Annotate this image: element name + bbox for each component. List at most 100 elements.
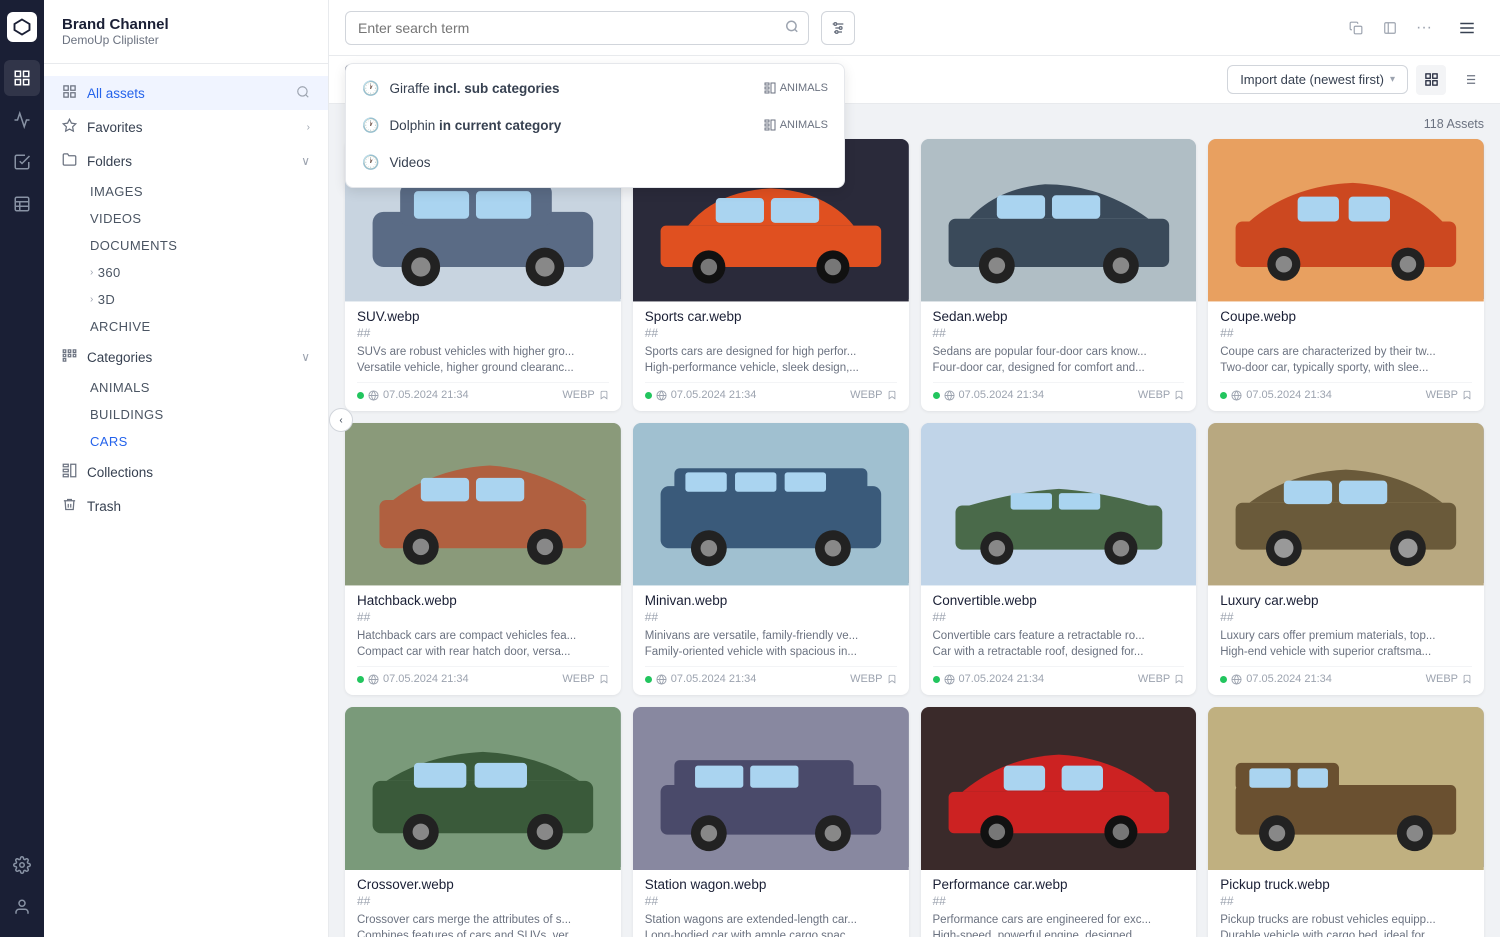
nav-user-icon[interactable] (4, 889, 40, 925)
globe-icon (944, 390, 955, 401)
dropdown-badge-giraffe: ANIMALS (764, 82, 828, 94)
categories-chevron: ∨ (301, 350, 310, 364)
asset-status: 07.05.2024 21:34 (933, 673, 1045, 685)
asset-desc: SUVs are robust vehicles with higher gro… (357, 344, 609, 376)
asset-name: Station wagon.webp (645, 877, 897, 892)
sidebar-item-categories[interactable]: Categories ∨ (44, 340, 328, 374)
search-input[interactable] (345, 11, 809, 45)
asset-desc: Luxury cars offer premium materials, top… (1220, 628, 1472, 660)
asset-type: WEBP (562, 389, 608, 401)
collections-icon (62, 463, 77, 481)
asset-card[interactable]: Crossover.webp ## Crossover cars merge t… (345, 707, 621, 937)
icon-bar (0, 0, 44, 937)
search-submit-icon[interactable] (785, 19, 799, 36)
sort-chevron: ▾ (1390, 74, 1395, 85)
asset-thumbnail (1208, 707, 1484, 867)
asset-info: Luxury car.webp ## Luxury cars offer pre… (1208, 583, 1484, 695)
asset-status: 07.05.2024 21:34 (357, 673, 469, 685)
view-options: Import date (newest first) ▾ (1227, 65, 1484, 95)
asset-name: Coupe.webp (1220, 309, 1472, 324)
asset-info: Performance car.webp ## Performance cars… (921, 867, 1197, 937)
search-sidebar-icon[interactable] (296, 85, 310, 102)
sidebar-folder-images[interactable]: IMAGES (44, 178, 328, 205)
asset-desc: Sedans are popular four-door cars know..… (933, 344, 1185, 376)
asset-thumbnail (633, 423, 909, 583)
sidebar-category-cars[interactable]: CARS (44, 428, 328, 455)
globe-icon (368, 674, 379, 685)
asset-date: 07.05.2024 21:34 (959, 389, 1045, 401)
bookmark-icon (887, 674, 897, 684)
nav-settings-icon[interactable] (4, 847, 40, 883)
menu-icon-button[interactable] (1450, 11, 1484, 45)
nav-analytics-icon[interactable] (4, 102, 40, 138)
sidebar-item-collections[interactable]: Collections (44, 455, 328, 489)
asset-tags: ## (357, 894, 609, 908)
header: 🕐 Giraffe incl. sub categories ANIMALS 🕐 (329, 0, 1500, 56)
asset-card[interactable]: Pickup truck.webp ## Pickup trucks are r… (1208, 707, 1484, 937)
asset-tags: ## (645, 610, 897, 624)
bookmark-icon (887, 390, 897, 400)
collapse-sidebar-button[interactable]: ‹ (329, 408, 353, 432)
dropdown-item-dolphin[interactable]: 🕐 Dolphin in current category ANIMALS (346, 107, 844, 144)
brand-header: Brand Channel DemoUp Cliplister (44, 0, 328, 64)
bookmark-icon (1462, 674, 1472, 684)
nav-table-icon[interactable] (4, 186, 40, 222)
bookmark-icon (1174, 674, 1184, 684)
sidebar-folder-360[interactable]: › 360 (44, 259, 328, 286)
sidebar-category-animals[interactable]: ANIMALS (44, 374, 328, 401)
asset-type: WEBP (850, 673, 896, 685)
asset-card[interactable]: Station wagon.webp ## Station wagons are… (633, 707, 909, 937)
nav-tasks-icon[interactable] (4, 144, 40, 180)
sidebar-item-folders[interactable]: Folders ∨ (44, 144, 328, 178)
categories-icon (62, 348, 77, 366)
grid-view-button[interactable] (1416, 65, 1446, 95)
favorites-arrow: › (307, 122, 310, 133)
asset-name: Crossover.webp (357, 877, 609, 892)
status-dot (1220, 392, 1227, 399)
asset-tags: ## (645, 326, 897, 340)
asset-name: Performance car.webp (933, 877, 1185, 892)
status-dot (1220, 676, 1227, 683)
header-icon-share[interactable] (1376, 14, 1404, 42)
sort-dropdown[interactable]: Import date (newest first) ▾ (1227, 65, 1408, 94)
sidebar-category-buildings[interactable]: BUILDINGS (44, 401, 328, 428)
asset-card[interactable]: Coupe.webp ## Coupe cars are characteriz… (1208, 139, 1484, 411)
asset-desc: Coupe cars are characterized by their tw… (1220, 344, 1472, 376)
asset-type-label: WEBP (1426, 673, 1458, 685)
asset-card[interactable]: Hatchback.webp ## Hatchback cars are com… (345, 423, 621, 695)
asset-tags: ## (1220, 326, 1472, 340)
logo-icon[interactable] (7, 12, 37, 42)
asset-date: 07.05.2024 21:34 (383, 389, 469, 401)
asset-name: Hatchback.webp (357, 593, 609, 608)
globe-icon (656, 674, 667, 685)
asset-footer: 07.05.2024 21:34 WEBP (645, 666, 897, 685)
sidebar-folder-archive[interactable]: ARCHIVE (44, 313, 328, 340)
asset-type: WEBP (1138, 673, 1184, 685)
dropdown-item-videos[interactable]: 🕐 Videos (346, 144, 844, 181)
filter-icon-button[interactable] (821, 11, 855, 45)
dropdown-item-giraffe[interactable]: 🕐 Giraffe incl. sub categories ANIMALS (346, 70, 844, 107)
asset-info: SUV.webp ## SUVs are robust vehicles wit… (345, 299, 621, 411)
header-more-btn[interactable]: ··· (1410, 14, 1438, 42)
sidebar-item-all-assets[interactable]: All assets (44, 76, 328, 110)
sub-name: DemoUp Cliplister (62, 33, 310, 47)
dropdown-badge-dolphin: ANIMALS (764, 119, 828, 131)
asset-card[interactable]: Minivan.webp ## Minivans are versatile, … (633, 423, 909, 695)
asset-card[interactable]: Performance car.webp ## Performance cars… (921, 707, 1197, 937)
sidebar-item-favorites[interactable]: Favorites › (44, 110, 328, 144)
header-icon-copy[interactable] (1342, 14, 1370, 42)
asset-thumbnail (345, 707, 621, 867)
asset-card[interactable]: Sedan.webp ## Sedans are popular four-do… (921, 139, 1197, 411)
asset-info: Coupe.webp ## Coupe cars are characteriz… (1208, 299, 1484, 411)
sidebar-folder-3d[interactable]: › 3D (44, 286, 328, 313)
asset-card[interactable]: Luxury car.webp ## Luxury cars offer pre… (1208, 423, 1484, 695)
sidebar-folder-documents[interactable]: DOCUMENTS (44, 232, 328, 259)
asset-grid: SUV.webp ## SUVs are robust vehicles wit… (345, 139, 1484, 937)
sidebar-item-trash[interactable]: Trash (44, 489, 328, 523)
asset-card[interactable]: Convertible.webp ## Convertible cars fea… (921, 423, 1197, 695)
nav-assets-icon[interactable] (4, 60, 40, 96)
asset-thumbnail (1208, 423, 1484, 583)
list-view-button[interactable] (1454, 65, 1484, 95)
sidebar-folder-videos[interactable]: VIDEOS (44, 205, 328, 232)
folders-icon (62, 152, 77, 170)
